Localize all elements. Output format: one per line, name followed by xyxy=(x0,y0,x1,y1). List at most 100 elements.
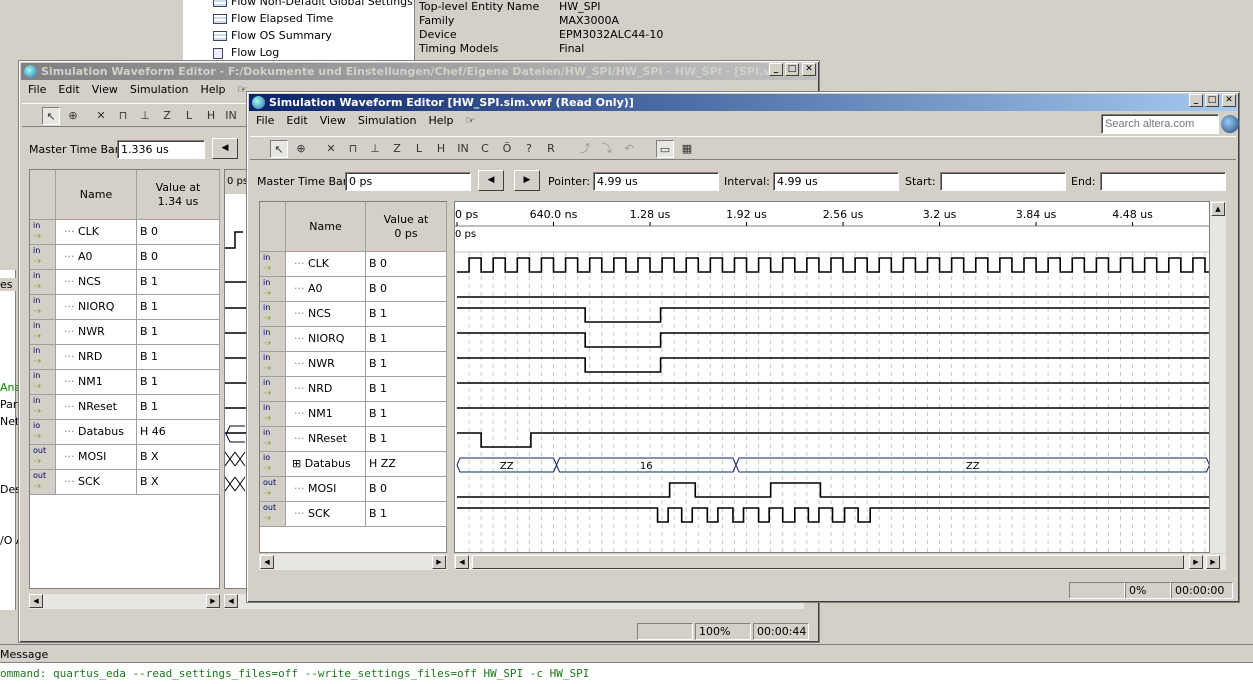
signal-name-cell[interactable]: ··· NM1 xyxy=(286,402,366,427)
close-button[interactable]: ✕ xyxy=(1222,94,1236,107)
weak-high-icon[interactable]: H xyxy=(202,107,220,125)
signal-name-cell[interactable]: ··· NReset xyxy=(286,427,366,452)
front-window-titlebar[interactable]: Simulation Waveform Editor [HW_SPI.sim.v… xyxy=(249,94,1237,111)
prev-transition-button[interactable]: ◀ xyxy=(478,170,504,191)
menu-view[interactable]: View xyxy=(314,112,352,129)
scroll-left-button[interactable]: ◀ xyxy=(224,594,238,608)
signal-name-cell[interactable]: ··· NIORQ xyxy=(286,327,366,352)
compare-icon[interactable]: ▭ xyxy=(656,140,674,158)
name-column-header[interactable]: Name xyxy=(286,202,366,252)
signal-name-cell[interactable]: ··· A0 xyxy=(56,245,137,270)
scroll-up-button[interactable]: ▲ xyxy=(1211,202,1225,216)
count-value-icon[interactable]: C xyxy=(476,140,494,158)
maximize-button[interactable]: □ xyxy=(785,63,799,76)
forcing-high-icon[interactable]: ⊥ xyxy=(136,107,154,125)
scroll-right-end-button[interactable]: ▶ xyxy=(1206,555,1220,569)
signal-name-cell[interactable]: ··· NIORQ xyxy=(56,295,137,320)
snap-icon[interactable]: ⤴ xyxy=(576,140,594,158)
selection-tool-icon[interactable]: ↖ xyxy=(270,140,288,158)
signal-name-cell[interactable]: ··· NReset xyxy=(56,395,137,420)
back-master-time-bar-input[interactable]: 1.336 us xyxy=(117,140,205,159)
invert-icon[interactable]: IN xyxy=(454,140,472,158)
undo-icon[interactable]: ↶ xyxy=(620,140,638,158)
scroll-right-button[interactable]: ▶ xyxy=(432,555,446,569)
master-time-bar-input[interactable]: 0 ps xyxy=(345,172,471,191)
wave-hscroll-thumb[interactable] xyxy=(472,555,1184,569)
forcing-high-icon[interactable]: ⊥ xyxy=(366,140,384,158)
scroll-right-button[interactable]: ▶ xyxy=(206,594,220,608)
signal-name-cell[interactable]: ··· NWR xyxy=(286,352,366,377)
menu-help[interactable]: Help xyxy=(194,81,231,98)
signal-name-cell[interactable]: ··· CLK xyxy=(56,220,137,245)
scroll-left-button[interactable]: ◀ xyxy=(29,594,43,608)
signal-name-cell[interactable]: ··· NCS xyxy=(56,270,137,295)
back-prev-transition-button[interactable]: ◀ xyxy=(212,138,238,159)
back-window-titlebar[interactable]: Simulation Waveform Editor - F:/Dokument… xyxy=(21,63,817,80)
signal-name-cell[interactable]: ··· CLK xyxy=(286,252,366,277)
menu-help[interactable]: Help xyxy=(422,112,459,129)
signal-name-cell[interactable]: ··· Databus xyxy=(56,420,137,445)
wave-hscrollbar[interactable]: ◀ ▶ ▶ xyxy=(454,554,1226,570)
unknown-value-icon[interactable]: ✕ xyxy=(92,107,110,125)
flow-tree-item[interactable]: Flow Elapsed Time xyxy=(213,12,333,25)
menu-edit[interactable]: Edit xyxy=(280,112,313,129)
flow-tree-item[interactable]: Flow Log xyxy=(213,46,279,59)
menu-simulation[interactable]: Simulation xyxy=(124,81,195,98)
weak-low-icon[interactable]: L xyxy=(180,107,198,125)
menu-edit[interactable]: Edit xyxy=(52,81,85,98)
random-value-icon[interactable]: R xyxy=(542,140,560,158)
signal-name-cell[interactable]: ··· NRD xyxy=(286,377,366,402)
search-go-icon[interactable] xyxy=(1221,115,1239,133)
signal-name-cell[interactable]: ··· NCS xyxy=(286,302,366,327)
search-altera-input[interactable] xyxy=(1101,114,1219,134)
menu-file[interactable]: File xyxy=(22,81,52,98)
signal-name-cell[interactable]: ··· NRD xyxy=(56,345,137,370)
help-pointer-icon[interactable]: ☞ xyxy=(460,112,482,129)
selection-tool-icon[interactable]: ↖ xyxy=(42,107,60,125)
signal-name-cell[interactable]: ⊞ Databus xyxy=(286,452,366,477)
signal-name-cell[interactable]: ··· NWR xyxy=(56,320,137,345)
front-waveform-window[interactable]: Simulation Waveform Editor [HW_SPI.sim.v… xyxy=(246,91,1240,603)
start-input[interactable] xyxy=(940,172,1066,191)
end-input[interactable] xyxy=(1100,172,1226,191)
expand-icon[interactable]: ⊞ xyxy=(292,457,305,470)
signal-name-cell[interactable]: ··· MOSI xyxy=(286,477,366,502)
menu-simulation[interactable]: Simulation xyxy=(352,112,423,129)
snap-grid-icon[interactable]: ⤵ xyxy=(598,140,616,158)
flow-tree-item[interactable]: Flow OS Summary xyxy=(213,29,332,42)
menu-view[interactable]: View xyxy=(86,81,124,98)
maximize-button[interactable]: □ xyxy=(1205,94,1219,107)
weak-low-icon[interactable]: L xyxy=(410,140,428,158)
back-name-hscrollbar[interactable]: ◀ ▶ xyxy=(29,594,220,609)
flow-tree-item[interactable]: Flow Non-Default Global Settings xyxy=(213,0,413,8)
zoom-tool-icon[interactable]: ⊕ xyxy=(292,140,310,158)
scroll-left-button[interactable]: ◀ xyxy=(260,555,274,569)
waveform-clk[interactable] xyxy=(457,257,1209,273)
signal-name-cell[interactable]: ··· NM1 xyxy=(56,370,137,395)
minimize-button[interactable]: _ xyxy=(769,63,783,76)
forcing-low-icon[interactable]: ⊓ xyxy=(114,107,132,125)
scroll-right-button[interactable]: ▶ xyxy=(1189,555,1203,569)
weak-high-icon[interactable]: H xyxy=(432,140,450,158)
unknown-value-icon[interactable]: ✕ xyxy=(322,140,340,158)
wave-vscrollbar[interactable]: ▲ xyxy=(1210,201,1226,553)
signal-name-cell[interactable]: ··· SCK xyxy=(286,502,366,527)
name-hscrollbar[interactable]: ◀ ▶ xyxy=(259,554,447,570)
high-impedance-icon[interactable]: Z xyxy=(388,140,406,158)
overwrite-clock-icon[interactable]: Ö xyxy=(498,140,516,158)
grid-icon[interactable]: ▦ xyxy=(678,140,696,158)
signal-name-cell[interactable]: ··· MOSI xyxy=(56,445,137,470)
minimize-button[interactable]: _ xyxy=(1189,94,1203,107)
next-transition-button[interactable]: ▶ xyxy=(514,170,540,191)
signal-name-cell[interactable]: ··· A0 xyxy=(286,277,366,302)
close-button[interactable]: ✕ xyxy=(802,63,816,76)
zoom-tool-icon[interactable]: ⊕ xyxy=(64,107,82,125)
signal-name-cell[interactable]: ··· SCK xyxy=(56,470,137,495)
scroll-left-button[interactable]: ◀ xyxy=(455,555,469,569)
invert-icon[interactable]: IN xyxy=(222,107,240,125)
menu-file[interactable]: File xyxy=(250,112,280,129)
forcing-low-icon[interactable]: ⊓ xyxy=(344,140,362,158)
high-impedance-icon[interactable]: Z xyxy=(158,107,176,125)
waveform-display[interactable]: 0 ps 640.0 ns 1.28 us 1.92 us 2.56 us 3.2 us 3… xyxy=(454,201,1210,553)
value-column-header[interactable]: Value at 0 ps xyxy=(366,202,447,252)
